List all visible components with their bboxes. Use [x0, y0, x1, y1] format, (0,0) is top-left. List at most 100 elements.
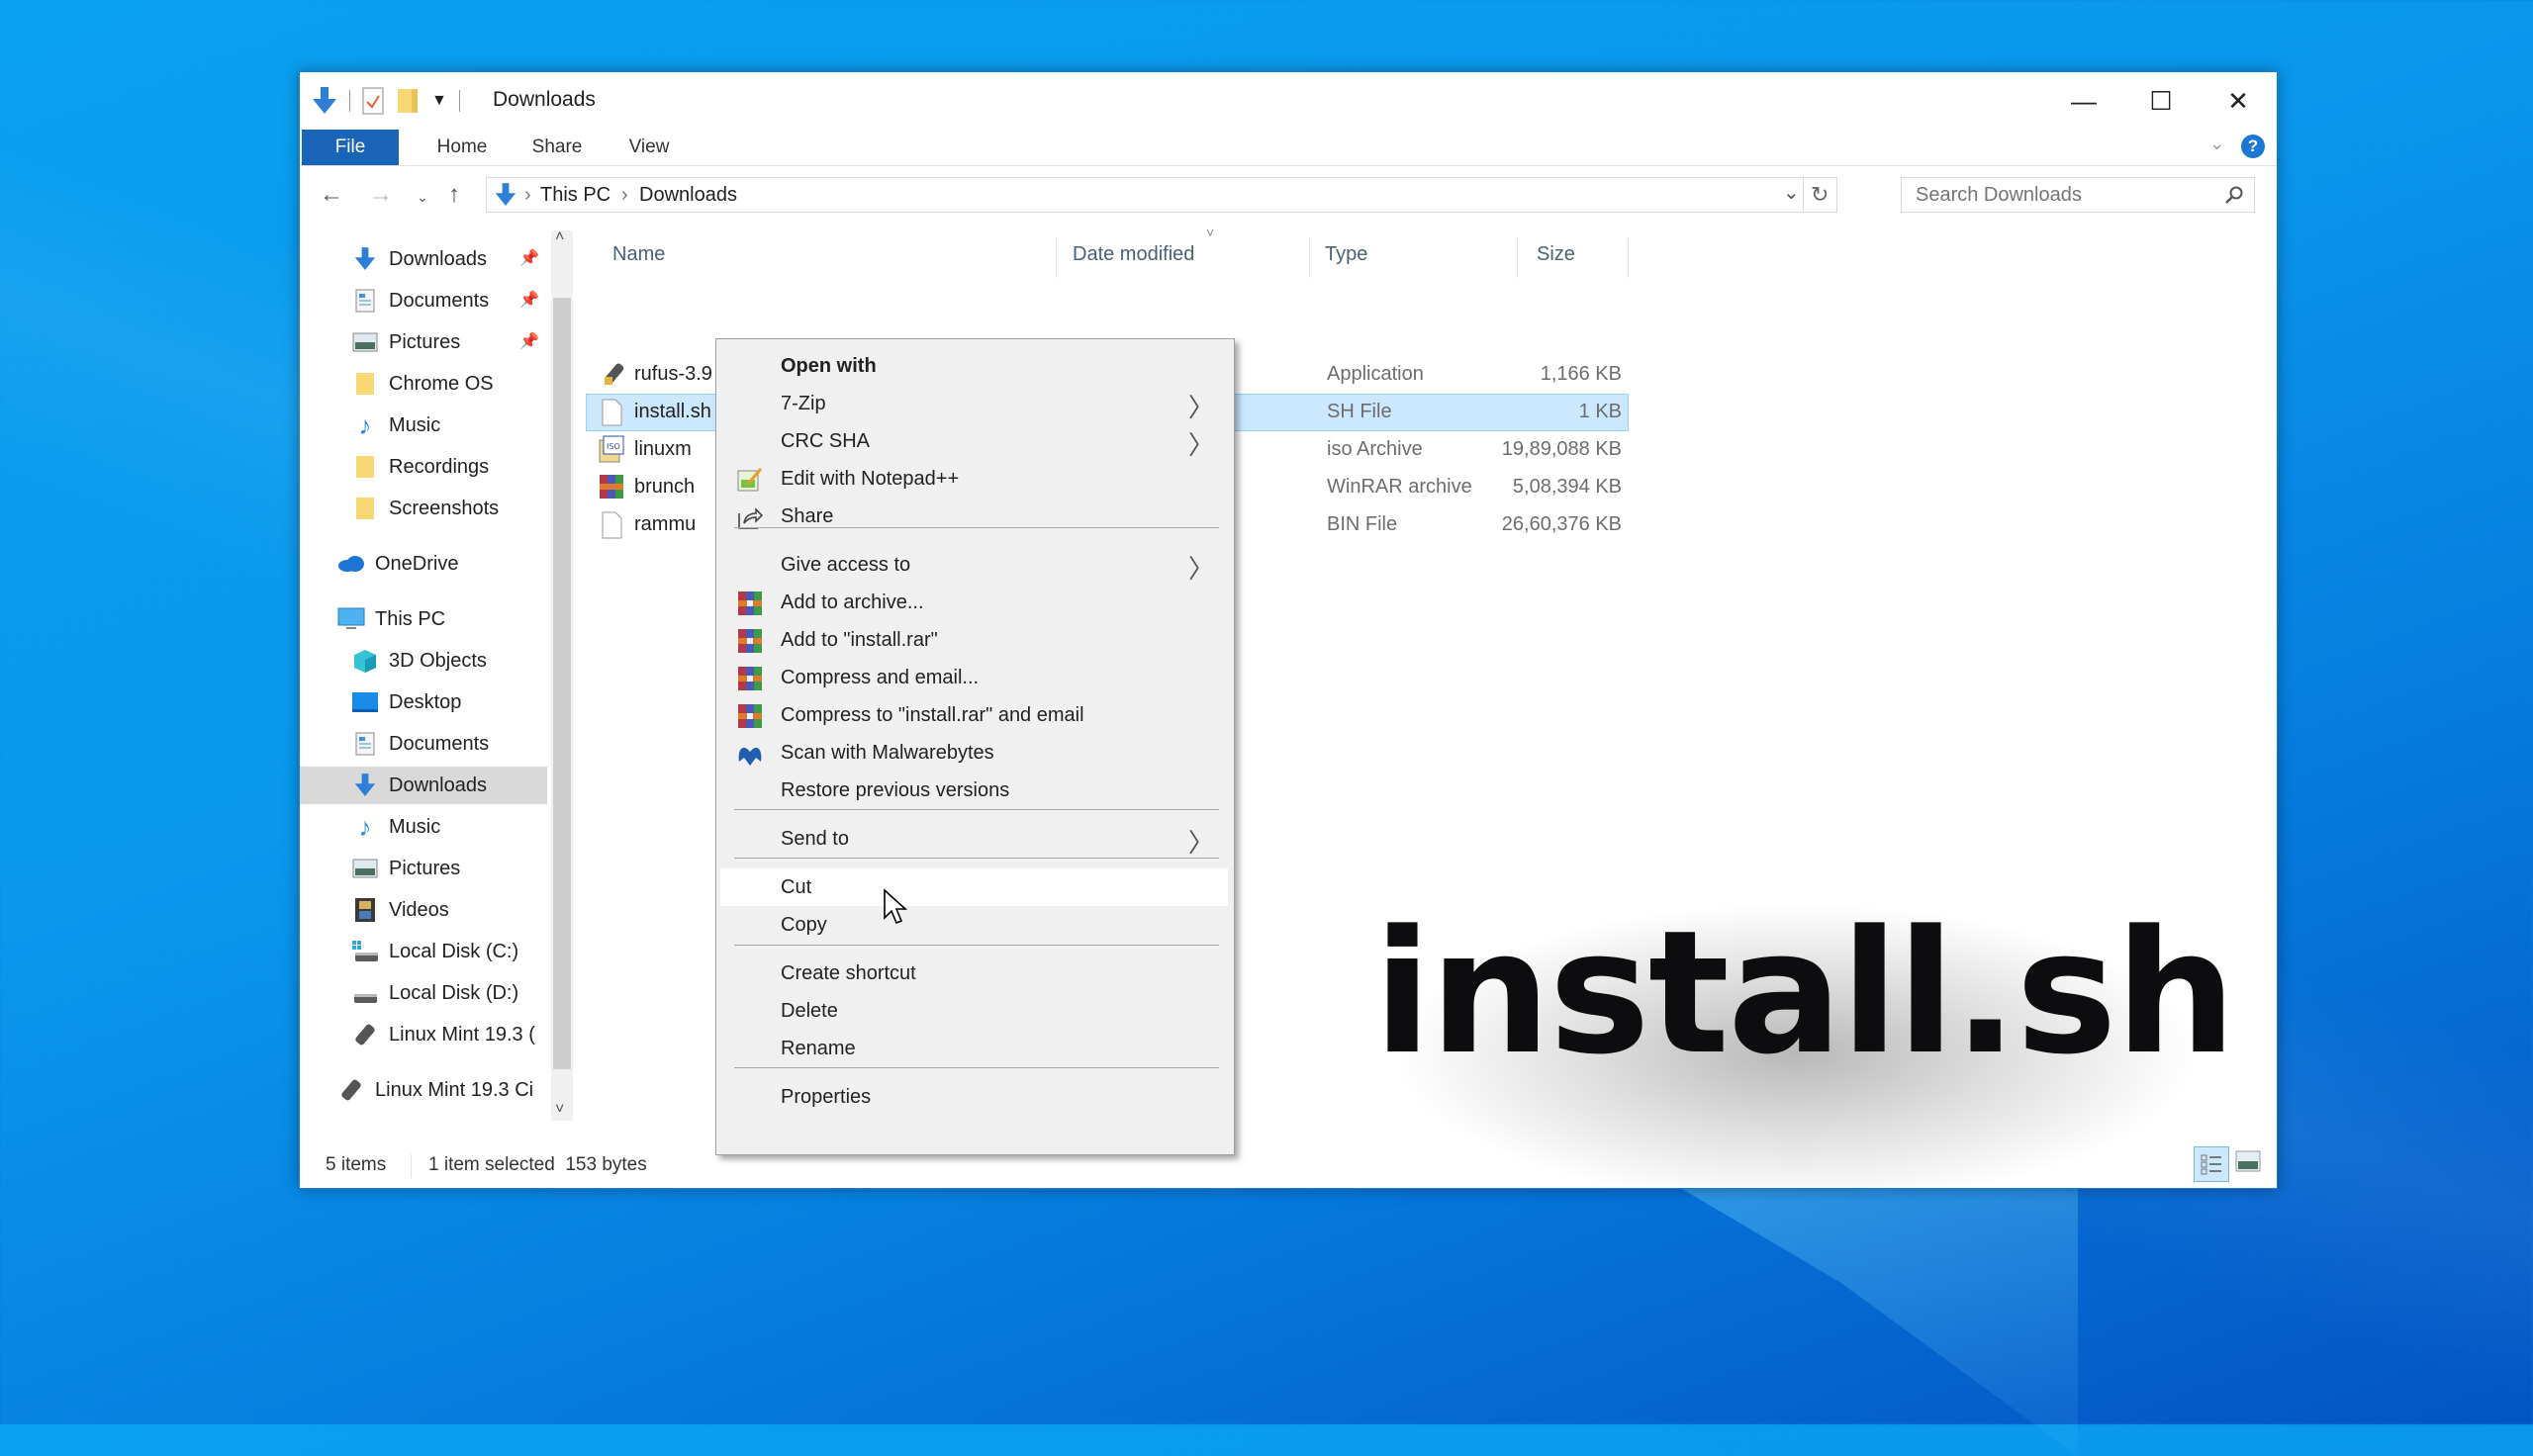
search-box[interactable]	[1901, 177, 2255, 213]
sidebar-item-chrome-os[interactable]: Chrome OS	[351, 365, 494, 403]
menu-item-label: 7-Zip	[781, 393, 826, 414]
column-header-size[interactable]: Size	[1537, 230, 1575, 278]
menu-item-label: Copy	[781, 914, 827, 936]
winrar-icon	[736, 590, 764, 617]
column-header-type[interactable]: Type	[1325, 230, 1367, 278]
selection-info: 1 item selected 153 bytes	[428, 1154, 647, 1175]
expand-ribbon-chevron-icon[interactable]: ⌄	[2209, 134, 2224, 154]
pin-icon[interactable]: 📌	[519, 248, 539, 268]
address-history-chevron-icon[interactable]: ⌄	[1783, 180, 1800, 205]
tab-home[interactable]: Home	[422, 130, 502, 165]
column-divider[interactable]	[1309, 238, 1310, 278]
quick-access-toolbar: ▼	[312, 86, 460, 116]
properties-checkmark-icon[interactable]	[362, 87, 384, 115]
customize-toolbar-dropdown[interactable]: ▼	[431, 92, 447, 110]
pin-icon[interactable]: 📌	[519, 331, 539, 351]
sidebar-item-videos[interactable]: Videos	[351, 891, 449, 929]
sidebar-item-documents[interactable]: Documents	[351, 725, 489, 763]
minimize-icon: —	[2071, 85, 2097, 116]
menu-item-edit-with-notepad[interactable]: Edit with Notepad++	[720, 460, 1228, 498]
column-divider[interactable]	[1056, 238, 1057, 278]
menu-item-give-access-to[interactable]: Give access to 〉	[720, 546, 1228, 584]
address-bar[interactable]: › This PC › Downloads ⌄ ↻	[486, 177, 1837, 213]
submenu-chevron-icon: 〉	[1187, 554, 1214, 584]
tab-share[interactable]: Share	[517, 130, 597, 165]
menu-item-cut[interactable]: Cut	[720, 868, 1228, 906]
menu-item-compress-and-email[interactable]: Compress and email...	[720, 659, 1228, 696]
navigation-pane-scrollbar[interactable]: ˄ ˅	[551, 228, 573, 1121]
menu-separator	[734, 527, 1219, 528]
large-icons-view-button[interactable]	[2235, 1150, 2261, 1178]
forward-button[interactable]: →	[369, 181, 393, 209]
menu-item-add-to-archive[interactable]: Add to archive...	[720, 584, 1228, 621]
toolbar-divider	[349, 90, 350, 112]
sidebar-item-this-pc[interactable]: This PC	[337, 600, 445, 638]
sidebar-item-music[interactable]: ♪ Music	[351, 808, 441, 846]
sidebar-item-linux-mint-usb-root[interactable]: Linux Mint 19.3 Ci	[337, 1071, 533, 1109]
file-icon	[601, 511, 622, 545]
menu-item-7-zip[interactable]: 7-Zip 〉	[720, 385, 1228, 422]
music-icon: ♪	[358, 410, 372, 440]
sidebar-item-downloads-selected[interactable]: Downloads	[300, 767, 547, 804]
sidebar-item-local-disk-d[interactable]: Local Disk (D:)	[351, 974, 518, 1012]
menu-item-restore-previous-versions[interactable]: Restore previous versions	[720, 772, 1228, 809]
column-divider[interactable]	[1628, 238, 1629, 278]
sidebar-item-linux-mint-usb[interactable]: Linux Mint 19.3 (	[351, 1016, 535, 1053]
menu-item-delete[interactable]: Delete	[720, 992, 1228, 1030]
search-icon[interactable]	[2224, 185, 2244, 205]
new-folder-icon[interactable]	[396, 87, 422, 115]
help-icon[interactable]: ?	[2241, 135, 2265, 158]
menu-item-create-shortcut[interactable]: Create shortcut	[720, 955, 1228, 992]
maximize-button[interactable]: ☐	[2122, 72, 2200, 130]
breadcrumb-this-pc[interactable]: This PC	[540, 184, 610, 207]
file-size: 1 KB	[1578, 401, 1622, 422]
menu-item-rename[interactable]: Rename	[720, 1030, 1228, 1067]
column-header-name[interactable]: Name	[612, 230, 665, 278]
breadcrumb-downloads[interactable]: Downloads	[639, 184, 737, 207]
back-button[interactable]: ←	[320, 181, 343, 209]
menu-item-add-to-install-rar[interactable]: Add to "install.rar"	[720, 621, 1228, 659]
up-button[interactable]: ↑	[448, 181, 460, 209]
menu-item-copy[interactable]: Copy	[720, 906, 1228, 944]
sidebar-item-pictures[interactable]: Pictures	[351, 850, 460, 887]
menu-item-compress-to-install-rar-and-email[interactable]: Compress to "install.rar" and email	[720, 696, 1228, 734]
tab-view[interactable]: View	[614, 130, 684, 165]
pin-icon[interactable]: 📌	[519, 290, 539, 310]
sidebar-item-desktop[interactable]: Desktop	[351, 683, 461, 721]
menu-item-open-with[interactable]: Open with	[720, 347, 1228, 385]
sidebar-item-screenshots[interactable]: Screenshots	[351, 490, 499, 527]
music-icon: ♪	[358, 811, 372, 842]
menu-item-send-to[interactable]: Send to 〉	[720, 820, 1228, 858]
download-arrow-icon[interactable]	[312, 87, 337, 115]
sidebar-item-label: Music	[389, 413, 441, 436]
minimize-button[interactable]: —	[2045, 72, 2122, 130]
sidebar-item-music[interactable]: ♪ Music	[351, 407, 441, 444]
column-divider[interactable]	[1517, 238, 1518, 278]
close-button[interactable]: ✕	[2200, 72, 2277, 130]
menu-item-share[interactable]: Share	[720, 498, 1228, 535]
menu-item-label: Restore previous versions	[781, 779, 1010, 801]
sidebar-item-documents[interactable]: Documents	[351, 282, 489, 319]
sidebar-item-3d-objects[interactable]: 3D Objects	[351, 642, 487, 680]
tab-file[interactable]: File	[302, 130, 399, 165]
sidebar-item-onedrive[interactable]: OneDrive	[337, 545, 458, 583]
scroll-up-chevron-icon[interactable]: ˄	[555, 228, 564, 246]
sidebar-item-recordings[interactable]: Recordings	[351, 448, 489, 486]
drive-c-icon	[351, 938, 379, 965]
menu-item-scan-with-malwarebytes[interactable]: Scan with Malwarebytes	[720, 734, 1228, 772]
usb-drive-icon	[351, 1021, 379, 1048]
refresh-icon[interactable]: ↻	[1811, 182, 1829, 208]
search-input[interactable]	[1914, 183, 2214, 208]
menu-item-crc-sha[interactable]: CRC SHA 〉	[720, 422, 1228, 460]
file-size: 1,166 KB	[1540, 363, 1622, 385]
items-count: 5 items	[326, 1154, 387, 1175]
menu-item-label: Create shortcut	[781, 962, 916, 984]
scroll-down-chevron-icon[interactable]: ˅	[555, 1101, 564, 1119]
scrollbar-thumb[interactable]	[553, 298, 571, 1069]
sidebar-item-pictures[interactable]: Pictures	[351, 323, 460, 361]
sidebar-item-downloads[interactable]: Downloads	[351, 240, 487, 278]
sidebar-item-local-disk-c[interactable]: Local Disk (C:)	[351, 933, 518, 970]
column-header-date-modified[interactable]: Date modified	[1073, 230, 1194, 278]
recent-locations-chevron-icon[interactable]: ⌄	[417, 189, 428, 206]
menu-item-properties[interactable]: Properties	[720, 1078, 1228, 1116]
